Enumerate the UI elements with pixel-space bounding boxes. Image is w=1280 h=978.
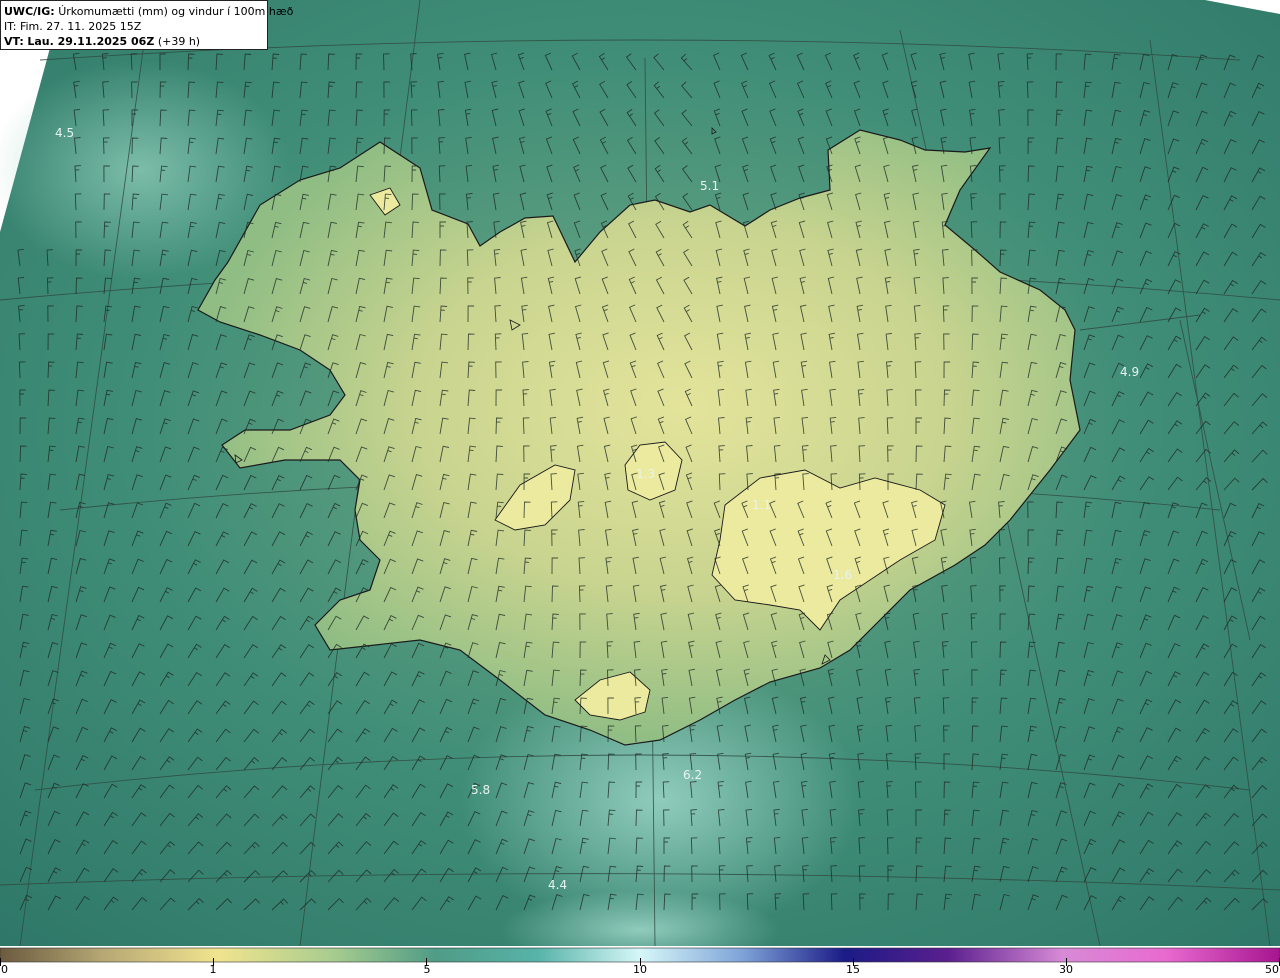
precipitation-map: 4.5 5.1 4.9 5.8 6.2 4.4 1.3 1.1 1.6 [0,0,1280,946]
map-title: Úrkomumætti (mm) og vindur í 100m hæð [58,5,294,18]
valid-time: Lau. 29.11.2025 06Z [27,35,155,48]
tick-label-30: 30 [1059,963,1073,976]
label-southeast: 6.2 [683,768,702,782]
tick-label-15: 15 [846,963,860,976]
lead-time: (+39 h) [157,35,201,48]
label-vatnajokull: 1.1 [752,498,771,512]
tick-label-1: 1 [209,963,217,976]
title-row: UWC/IG: Úrkomumætti (mm) og vindur í 100… [4,4,293,19]
tick-label-5: 5 [423,963,431,976]
color-scale-labels: 0 1 5 10 15 30 50 [0,963,1280,978]
valid-time-row: VT: Lau. 29.11.2025 06Z (+39 h) [4,34,267,49]
label-south-sea: 4.4 [548,878,567,892]
label-vatnajokull-south: 1.6 [833,568,852,582]
label-northwest: 4.5 [55,126,74,140]
tick-label-50: 50 [1265,963,1279,976]
label-south: 5.8 [471,783,490,797]
valid-prefix: VT: [4,35,24,48]
tick-label-10: 10 [633,963,647,976]
tick-label-0: 0 [1,963,8,976]
map-info-box: UWC/IG: Úrkomumætti (mm) og vindur í 100… [0,0,293,50]
label-north: 5.1 [700,179,719,193]
init-time: IT: Fim. 27. 11. 2025 15Z [4,20,142,33]
model-name: UWC/IG: [4,5,55,18]
label-east: 4.9 [1120,365,1139,379]
label-hofsjokull: 1.3 [636,467,655,481]
